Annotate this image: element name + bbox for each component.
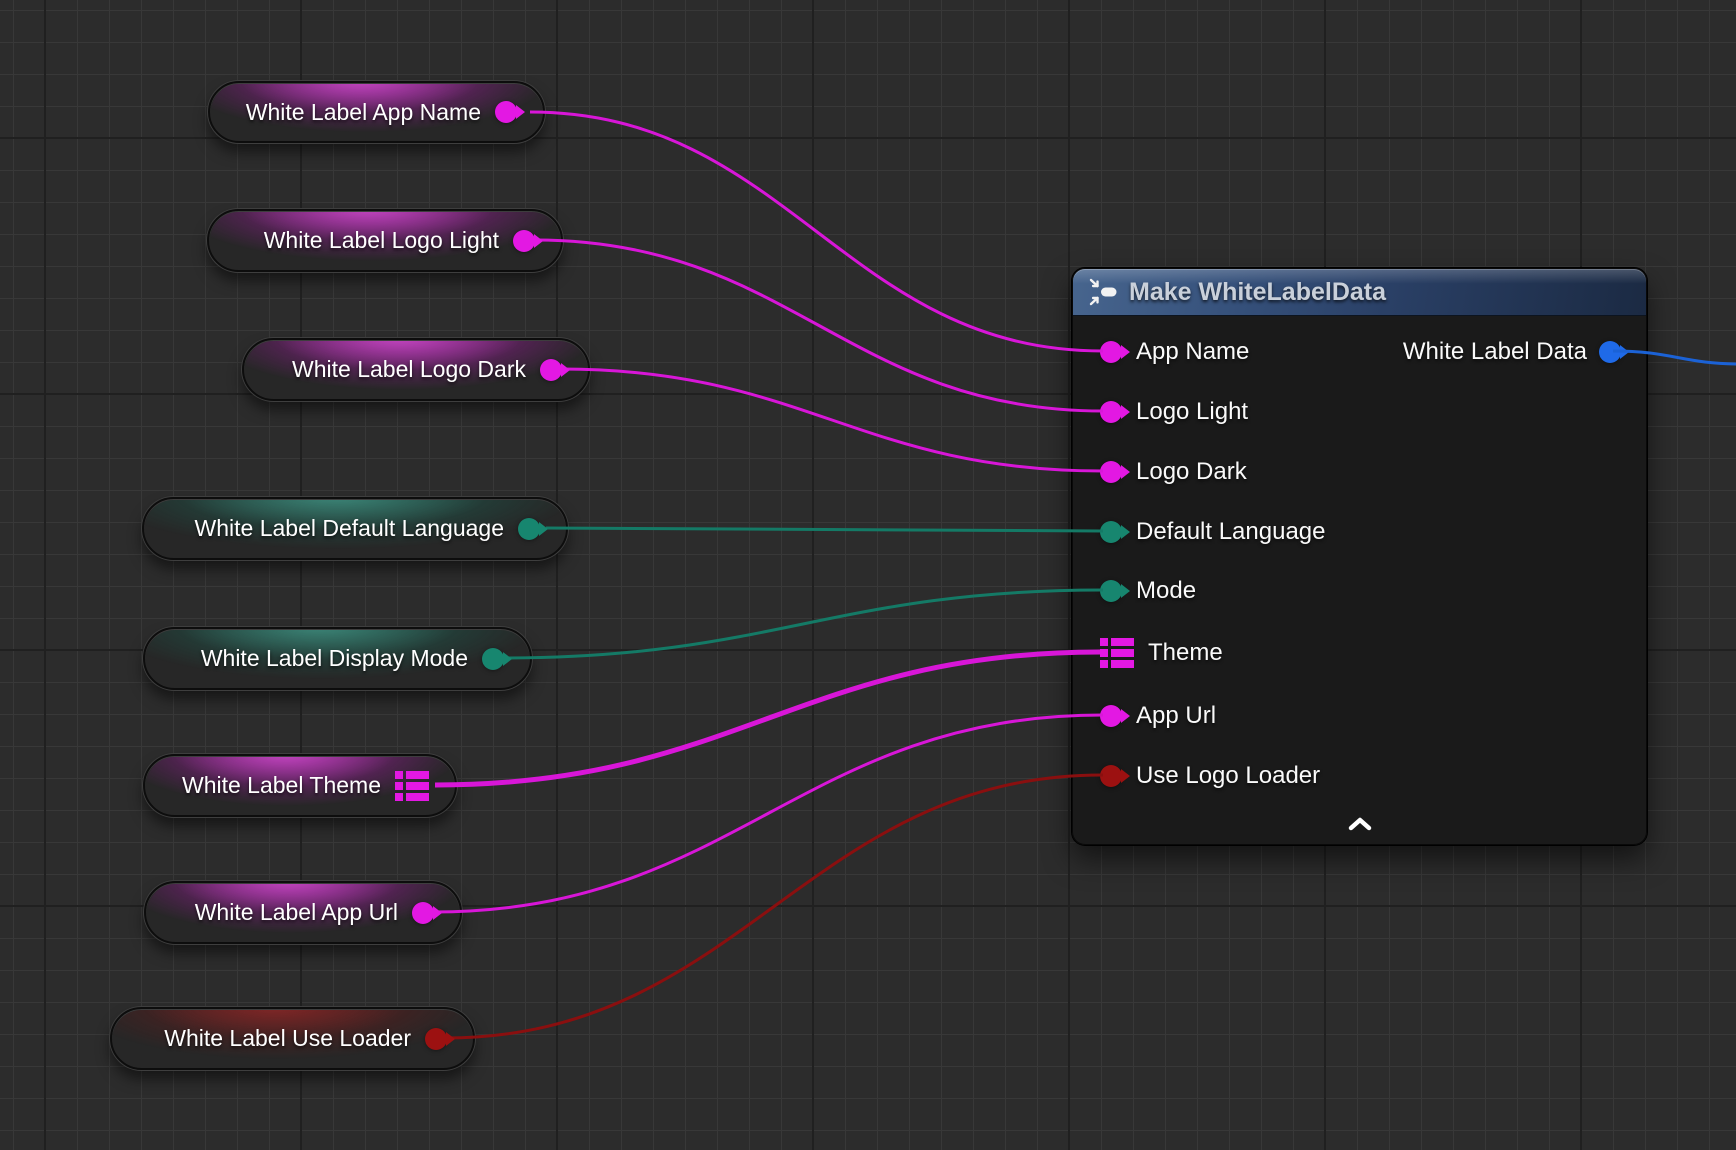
- node-white-label-use-loader[interactable]: White Label Use Loader: [110, 1007, 475, 1070]
- pin-label: App Url: [1136, 702, 1216, 730]
- wire-1[interactable]: [535, 240, 1103, 411]
- input-row-mode: Mode: [1100, 571, 1196, 611]
- wire-2[interactable]: [561, 369, 1103, 471]
- make-struct-icon: [1088, 277, 1118, 307]
- input-row-logo-light: Logo Light: [1100, 392, 1248, 432]
- input-row-logo-dark: Logo Dark: [1100, 452, 1247, 492]
- node-label: White Label Display Mode: [201, 645, 468, 672]
- blueprint-canvas[interactable]: Make WhiteLabelData App Name Logo Light Lo…: [0, 0, 1736, 1150]
- wire-5[interactable]: [435, 652, 1100, 785]
- pin-label: App Name: [1136, 338, 1249, 366]
- node-white-label-logo-dark[interactable]: White Label Logo Dark: [242, 338, 590, 401]
- input-row-theme: Theme: [1100, 633, 1223, 673]
- output-pin[interactable]: [412, 902, 434, 924]
- wire-3[interactable]: [546, 528, 1103, 531]
- pin-label: Logo Dark: [1136, 458, 1247, 486]
- input-pin[interactable]: [1100, 580, 1122, 602]
- pin-label: Logo Light: [1136, 398, 1248, 426]
- input-row-app-name: App Name: [1100, 332, 1249, 372]
- wire-4[interactable]: [503, 590, 1103, 658]
- input-pin[interactable]: [1100, 461, 1122, 483]
- node-white-label-app-url[interactable]: White Label App Url: [144, 881, 462, 944]
- output-pin[interactable]: [482, 648, 504, 670]
- output-pin[interactable]: [495, 101, 517, 123]
- node-white-label-app-name[interactable]: White Label App Name: [208, 81, 545, 143]
- pin-label: Use Logo Loader: [1136, 762, 1320, 790]
- pin-label: White Label Data: [1403, 338, 1587, 366]
- node-title: Make WhiteLabelData: [1129, 278, 1386, 307]
- output-pin[interactable]: [425, 1028, 447, 1050]
- node-white-label-theme[interactable]: White Label Theme: [143, 754, 457, 817]
- chevron-up-icon: [1346, 816, 1374, 832]
- struct-grid-pin[interactable]: [395, 771, 429, 801]
- node-label: White Label Default Language: [195, 515, 504, 542]
- collapse-button[interactable]: [1346, 816, 1374, 837]
- wire-0[interactable]: [530, 112, 1103, 351]
- input-row-app-url: App Url: [1100, 696, 1216, 736]
- output-pin[interactable]: [518, 518, 540, 540]
- node-label: White Label App Name: [246, 99, 481, 126]
- input-row-default-language: Default Language: [1100, 512, 1326, 552]
- struct-grid-pin[interactable]: [1100, 638, 1134, 668]
- output-pin[interactable]: [513, 230, 535, 252]
- node-white-label-display-mode[interactable]: White Label Display Mode: [143, 627, 532, 690]
- node-white-label-logo-light[interactable]: White Label Logo Light: [207, 209, 563, 272]
- pin-label: Default Language: [1136, 518, 1326, 546]
- input-pin[interactable]: [1100, 341, 1122, 363]
- node-white-label-default-language[interactable]: White Label Default Language: [142, 497, 568, 560]
- wire-7[interactable]: [445, 775, 1103, 1038]
- node-label: White Label Logo Dark: [292, 356, 526, 383]
- input-row-use-logo-loader: Use Logo Loader: [1100, 756, 1320, 796]
- node-make-whitelabeldata[interactable]: Make WhiteLabelData App Name Logo Light Lo…: [1072, 268, 1647, 845]
- pin-label: Mode: [1136, 577, 1196, 605]
- node-label: White Label Use Loader: [164, 1025, 411, 1052]
- wire-6[interactable]: [433, 715, 1103, 912]
- pin-label: Theme: [1148, 639, 1223, 667]
- output-pin[interactable]: [1599, 341, 1621, 363]
- node-label: White Label Theme: [182, 772, 381, 799]
- input-pin[interactable]: [1100, 765, 1122, 787]
- node-header[interactable]: Make WhiteLabelData: [1073, 269, 1646, 316]
- output-row-white-label-data: White Label Data: [1403, 332, 1621, 372]
- node-label: White Label App Url: [195, 899, 398, 926]
- input-pin[interactable]: [1100, 401, 1122, 423]
- node-label: White Label Logo Light: [264, 227, 499, 254]
- output-pin[interactable]: [540, 359, 562, 381]
- input-pin[interactable]: [1100, 521, 1122, 543]
- input-pin[interactable]: [1100, 705, 1122, 727]
